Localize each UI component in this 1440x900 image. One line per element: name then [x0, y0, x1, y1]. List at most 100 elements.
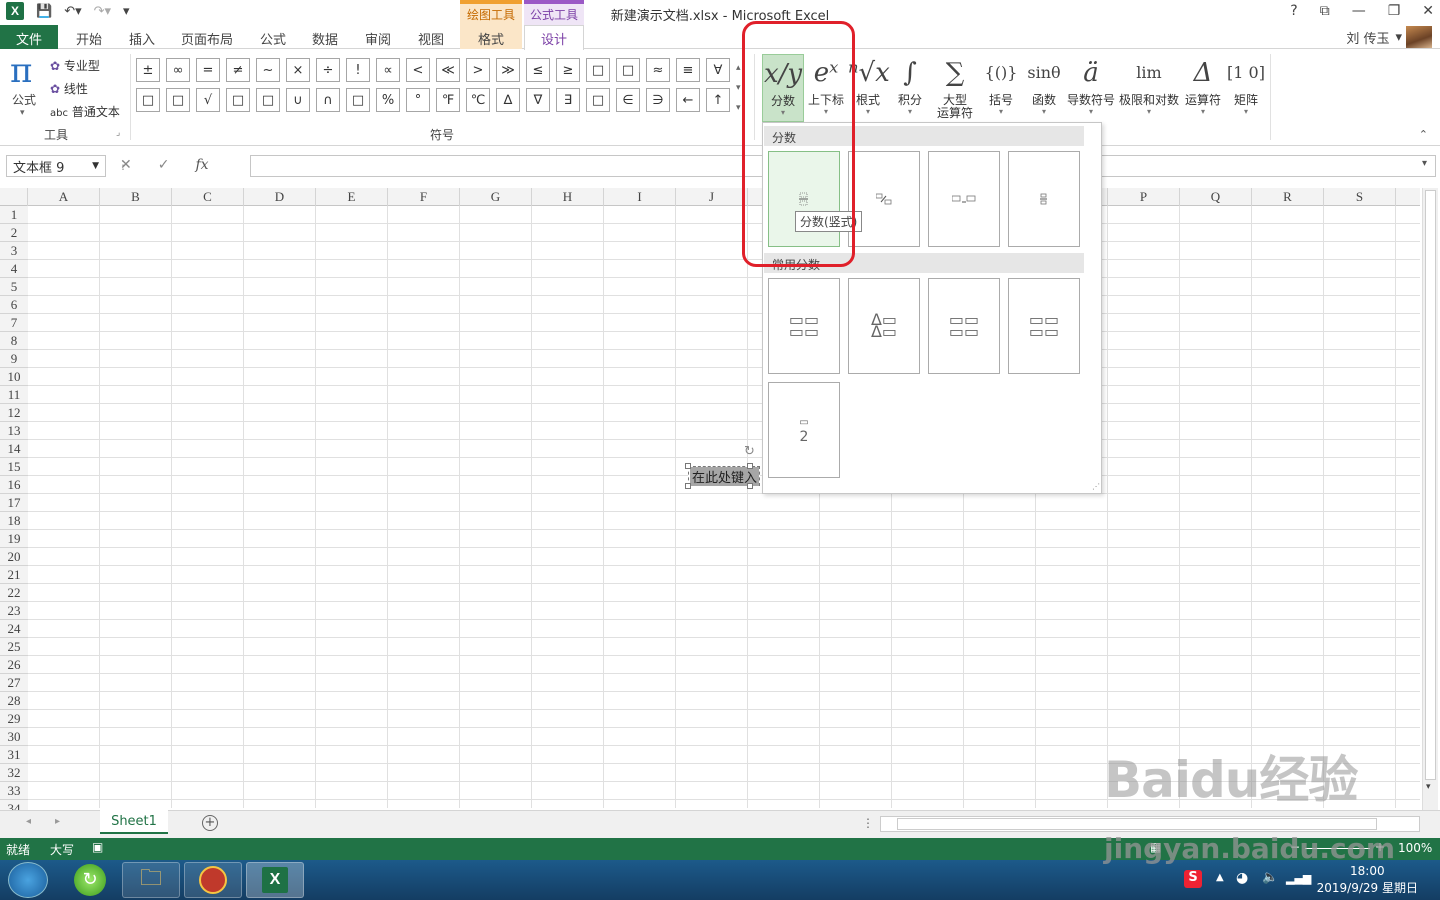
symbol-button[interactable]: ∩ — [316, 88, 340, 112]
row-header[interactable]: 18 — [0, 512, 28, 530]
symbol-button[interactable]: ≡ — [676, 58, 700, 82]
linear-option[interactable]: ✿ 线性 — [50, 80, 88, 97]
symbol-button[interactable]: □ — [136, 88, 160, 112]
tab-insert[interactable]: 插入 — [129, 29, 155, 48]
taskbar-excel[interactable]: X — [246, 862, 304, 898]
symbol-button[interactable]: ∞ — [166, 58, 190, 82]
row-header[interactable]: 20 — [0, 548, 28, 566]
row-header[interactable]: 30 — [0, 728, 28, 746]
row-header[interactable]: 16 — [0, 476, 28, 494]
fraction-small-item[interactable] — [1008, 151, 1080, 247]
row-header[interactable]: 13 — [0, 422, 28, 440]
row-header[interactable]: 11 — [0, 386, 28, 404]
row-header[interactable]: 25 — [0, 638, 28, 656]
restore-icon[interactable]: ❐ — [1388, 3, 1401, 19]
symbol-button[interactable]: ≈ — [646, 58, 670, 82]
symbol-button[interactable]: ← — [676, 88, 700, 112]
tab-review[interactable]: 审阅 — [365, 29, 391, 48]
column-header[interactable]: I — [604, 188, 676, 206]
column-header[interactable]: P — [1108, 188, 1180, 206]
macro-record-icon[interactable]: ▣ — [92, 840, 103, 854]
symbol-button[interactable]: × — [286, 58, 310, 82]
tab-file[interactable]: 文件 — [0, 25, 58, 49]
tab-page-layout[interactable]: 页面布局 — [181, 29, 233, 48]
symbol-button[interactable]: □ — [616, 58, 640, 82]
row-header[interactable]: 26 — [0, 656, 28, 674]
clock[interactable]: 18:00 2019/9/29 星期日 — [1317, 863, 1418, 897]
fraction-skewed-item[interactable] — [848, 151, 920, 247]
column-header[interactable]: D — [244, 188, 316, 206]
volume-icon[interactable]: 🔈 — [1262, 870, 1278, 885]
row-header[interactable]: 28 — [0, 692, 28, 710]
rotate-handle-icon[interactable]: ↻ — [744, 444, 755, 459]
row-header[interactable]: 12 — [0, 404, 28, 422]
column-header[interactable]: A — [28, 188, 100, 206]
resize-handle[interactable] — [747, 483, 753, 489]
row-header[interactable]: 4 — [0, 260, 28, 278]
row-header[interactable]: 31 — [0, 746, 28, 764]
fraction-linear-item[interactable] — [928, 151, 1000, 247]
row-header[interactable]: 29 — [0, 710, 28, 728]
row-header[interactable]: 6 — [0, 296, 28, 314]
chevron-down-icon[interactable]: ▾ — [20, 108, 25, 118]
row-header[interactable]: 2 — [0, 224, 28, 242]
row-header[interactable]: 8 — [0, 332, 28, 350]
taskbar-app-red[interactable] — [184, 862, 242, 898]
split-handle-icon[interactable]: ⋮ — [862, 816, 874, 830]
symbol-button[interactable]: ± — [136, 58, 160, 82]
symbol-button[interactable]: ∈ — [616, 88, 640, 112]
common-fraction-dy-dx[interactable]: ▭▭ ▭▭ — [768, 278, 840, 374]
symbol-button[interactable]: ≪ — [436, 58, 460, 82]
avatar[interactable] — [1406, 26, 1432, 48]
structure-button-8[interactable]: lim 极限和对数 ▾ — [1118, 54, 1180, 118]
common-fraction-delta[interactable]: Δ▭ Δ▭ — [848, 278, 920, 374]
structure-button-9[interactable]: Δ 运算符 ▾ — [1182, 54, 1224, 118]
symbol-button[interactable]: ≥ — [556, 58, 580, 82]
column-header[interactable]: C — [172, 188, 244, 206]
qq-icon[interactable]: ◕ — [1236, 870, 1248, 886]
row-header[interactable]: 7 — [0, 314, 28, 332]
start-button-icon[interactable] — [8, 862, 48, 898]
structure-button-7[interactable]: ä 导数符号 ▾ — [1066, 54, 1116, 118]
expand-formula-bar-icon[interactable]: ▾ — [1422, 158, 1427, 169]
enter-icon[interactable]: ✓ — [158, 157, 170, 173]
tab-home[interactable]: 开始 — [76, 29, 102, 48]
row-header[interactable]: 5 — [0, 278, 28, 296]
row-header[interactable]: 23 — [0, 602, 28, 620]
tab-format[interactable]: 格式 — [460, 25, 522, 49]
structure-button-5[interactable]: {()} 括号 ▾ — [980, 54, 1022, 118]
tab-design[interactable]: 设计 — [524, 25, 584, 50]
symbol-button[interactable]: > — [466, 58, 490, 82]
symbol-button[interactable]: ℉ — [436, 88, 460, 112]
resize-handle[interactable] — [685, 463, 691, 469]
column-header[interactable]: G — [460, 188, 532, 206]
sheet-tab-sheet1[interactable]: Sheet1 — [100, 810, 168, 834]
symbol-button[interactable]: □ — [586, 58, 610, 82]
insert-function-icon[interactable]: fx — [195, 157, 208, 173]
minimize-icon[interactable]: — — [1352, 3, 1366, 19]
common-fraction-delta-small[interactable]: ▭▭ ▭▭ — [1008, 278, 1080, 374]
equation-button-label[interactable]: 公式 — [12, 91, 36, 108]
app-360-icon[interactable]: ↻ — [74, 864, 106, 896]
undo-icon[interactable]: ↶▾ — [64, 4, 81, 19]
add-sheet-icon[interactable]: + — [202, 815, 218, 831]
prev-sheet-icon[interactable]: ◂ — [26, 816, 31, 827]
row-header[interactable]: 14 — [0, 440, 28, 458]
select-all-corner[interactable] — [0, 188, 28, 206]
column-header[interactable]: Q — [1180, 188, 1252, 206]
row-header[interactable]: 1 — [0, 206, 28, 224]
close-icon[interactable]: ✕ — [1422, 3, 1434, 19]
common-fraction-partial[interactable]: ▭▭ ▭▭ — [928, 278, 1000, 374]
symbol-button[interactable]: = — [196, 58, 220, 82]
row-header[interactable]: 17 — [0, 494, 28, 512]
symbol-button[interactable]: √ — [196, 88, 220, 112]
symbol-button[interactable]: ÷ — [316, 58, 340, 82]
normal-text-option[interactable]: abc 普通文本 — [50, 103, 120, 120]
tab-formulas[interactable]: 公式 — [260, 29, 286, 48]
column-header[interactable]: H — [532, 188, 604, 206]
zoom-level[interactable]: 100% — [1398, 841, 1432, 855]
row-header[interactable]: 32 — [0, 764, 28, 782]
help-icon[interactable]: ? — [1290, 3, 1297, 19]
ribbon-display-icon[interactable]: ⧉ — [1320, 3, 1330, 19]
symbol-button[interactable]: ≤ — [526, 58, 550, 82]
